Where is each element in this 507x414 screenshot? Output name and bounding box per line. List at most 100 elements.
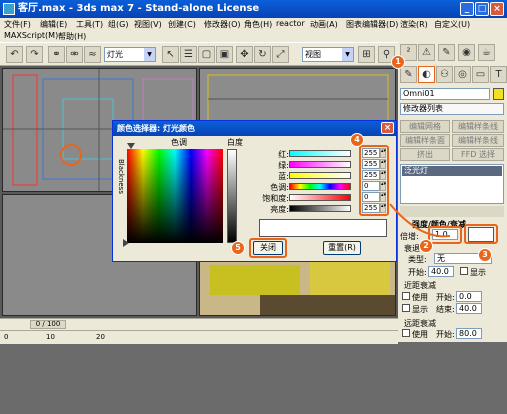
extrude-button[interactable]: 挤出: [400, 148, 450, 161]
saturation-label: 饱和度:: [262, 194, 289, 203]
object-color-swatch[interactable]: [493, 88, 504, 100]
tick-10: 10: [46, 333, 55, 341]
menu-tools[interactable]: 工具(T): [76, 19, 103, 30]
far-atten-label: 远距衰减: [404, 319, 436, 328]
dialog-close-icon[interactable]: ×: [381, 122, 394, 134]
menu-customize[interactable]: 自定义(U): [434, 19, 470, 30]
decay-show-checkbox[interactable]: [460, 267, 468, 275]
far-start-value: 80.0: [459, 329, 477, 338]
reference-coord-value: 视图: [305, 50, 321, 59]
modify-tab-icon[interactable]: ◐: [418, 66, 435, 83]
mirror-icon[interactable]: ⚠: [418, 44, 435, 61]
near-end-label: 结束:: [436, 305, 455, 314]
region-select-icon[interactable]: ▢: [198, 46, 215, 63]
menu-file[interactable]: 文件(F): [4, 19, 31, 30]
utilities-tab-icon[interactable]: T: [490, 66, 507, 83]
near-start-input[interactable]: 0.0: [456, 291, 482, 302]
menu-animation[interactable]: 动画(A): [310, 19, 338, 30]
near-end-value: 40.0: [459, 304, 477, 313]
minimize-button[interactable]: _: [460, 2, 474, 16]
whiteness-slider[interactable]: [227, 149, 237, 243]
maximize-button[interactable]: □: [475, 2, 489, 16]
multiplier-highlight: [428, 226, 462, 244]
link-icon[interactable]: ⚭: [48, 46, 65, 63]
track-bar[interactable]: 0 10 20: [0, 330, 398, 344]
near-start-value: 0.0: [459, 292, 472, 301]
select-icon[interactable]: ↖: [162, 46, 179, 63]
type-label: 类型:: [408, 255, 427, 264]
menu-create[interactable]: 创建(C): [168, 19, 196, 30]
menu-group[interactable]: 组(G): [108, 19, 128, 30]
menu-maxscript[interactable]: MAXScript(M): [4, 31, 58, 40]
scale-icon[interactable]: ⤢: [272, 46, 289, 63]
blue-label: 蓝:: [278, 172, 289, 181]
whiteness-label: 白度: [227, 138, 243, 147]
modifier-stack-item[interactable]: 泛光灯: [402, 166, 502, 176]
saturation-slider[interactable]: [289, 194, 351, 201]
render-icon[interactable]: ☕: [478, 44, 495, 61]
pivot-icon[interactable]: ⊞: [358, 46, 375, 63]
callout-5: 5: [231, 241, 245, 255]
tick-20: 20: [96, 333, 105, 341]
stack-toolbar: [400, 206, 504, 217]
menu-modifiers[interactable]: 修改器(O): [204, 19, 241, 30]
rgb-values-highlight: [359, 145, 389, 216]
close-button[interactable]: ×: [490, 2, 504, 16]
menu-rendering[interactable]: 渲染(R): [400, 19, 428, 30]
hierarchy-tab-icon[interactable]: ⚇: [436, 66, 453, 83]
window-crossing-icon[interactable]: ▣: [216, 46, 233, 63]
green-slider[interactable]: [289, 161, 351, 168]
display-tab-icon[interactable]: ▭: [472, 66, 489, 83]
edit-patch-button[interactable]: 编辑样条面: [400, 134, 450, 147]
align-icon[interactable]: ✎: [438, 44, 455, 61]
decay-start-input[interactable]: 40.0: [428, 266, 454, 277]
far-use-checkbox[interactable]: [402, 329, 410, 337]
select-by-name-icon[interactable]: ☰: [180, 46, 197, 63]
redo-icon[interactable]: ↷: [26, 46, 43, 63]
rotate-icon[interactable]: ↻: [254, 46, 271, 63]
bind-icon[interactable]: ≈: [84, 46, 101, 63]
near-use-checkbox[interactable]: [402, 292, 410, 300]
modifier-list-dropdown[interactable]: 修改器列表: [400, 103, 504, 115]
near-show-checkbox[interactable]: [402, 304, 410, 312]
frame-indicator[interactable]: 0 / 100: [30, 320, 66, 329]
reference-coord-dropdown[interactable]: 视图 ▼: [302, 47, 354, 62]
edit-spline-button[interactable]: 编辑样条线: [452, 120, 504, 133]
time-slider[interactable]: 0 / 100: [0, 318, 398, 330]
menu-character[interactable]: 角色(H): [244, 19, 272, 30]
far-start-input[interactable]: 80.0: [456, 328, 482, 339]
menu-view[interactable]: 视图(V): [134, 19, 162, 30]
near-start-label: 开始:: [436, 293, 455, 302]
unlink-icon[interactable]: ⚮: [66, 46, 83, 63]
chevron-down-icon: ▼: [342, 48, 353, 61]
modifier-stack[interactable]: 泛光灯: [400, 164, 504, 204]
callout-3: 3: [478, 248, 492, 262]
material-editor-icon[interactable]: ◉: [458, 44, 475, 61]
edit-mesh-button[interactable]: 编辑网格: [400, 120, 450, 133]
edit-spline-button-2[interactable]: 编辑样条线: [452, 134, 504, 147]
undo-icon[interactable]: ↶: [6, 46, 23, 63]
menu-graph-editors[interactable]: 图表编辑器(D): [346, 19, 398, 30]
far-start-label: 开始:: [436, 330, 455, 339]
ffd-select-button[interactable]: FFD 选择: [452, 148, 504, 161]
near-show-label: 显示: [412, 305, 428, 314]
reset-button[interactable]: 重置(R): [323, 241, 361, 255]
selection-filter-dropdown[interactable]: 灯光 ▼: [104, 47, 156, 62]
blue-slider[interactable]: [289, 172, 351, 179]
object-name-field[interactable]: Omni01: [400, 88, 490, 100]
decay-start-label: 开始:: [408, 268, 427, 277]
blackness-label: Blackness: [117, 159, 125, 194]
near-end-input[interactable]: 40.0: [456, 303, 482, 314]
blackness-pointer-icon[interactable]: [123, 239, 129, 247]
hue-blackness-field[interactable]: [127, 149, 223, 243]
create-tab-icon[interactable]: ✎: [400, 66, 417, 83]
menu-help[interactable]: 帮助(H): [58, 31, 86, 42]
move-icon[interactable]: ✥: [236, 46, 253, 63]
hue-slider[interactable]: [289, 183, 351, 190]
motion-tab-icon[interactable]: ◎: [454, 66, 471, 83]
menu-reactor[interactable]: reactor: [276, 19, 305, 28]
object-name-value: Omni01: [403, 89, 435, 98]
red-slider[interactable]: [289, 150, 351, 157]
menu-edit[interactable]: 编辑(E): [40, 19, 67, 30]
value-slider[interactable]: [289, 205, 351, 212]
